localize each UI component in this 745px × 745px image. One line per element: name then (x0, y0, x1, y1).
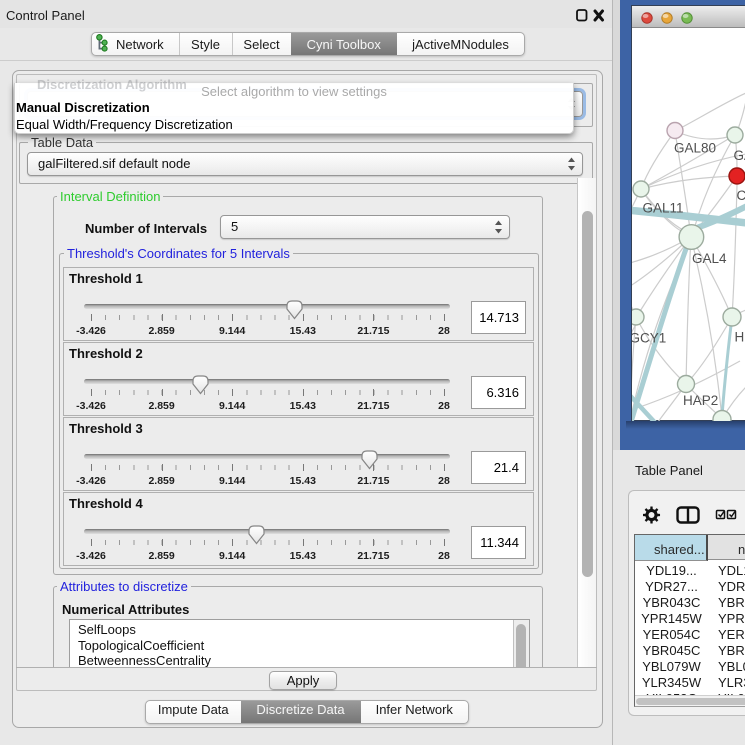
svg-text:GCY1: GCY1 (632, 331, 666, 346)
svg-text:HAP2: HAP2 (683, 393, 718, 408)
svg-text:GAL4: GAL4 (692, 251, 727, 266)
svg-text:CY: CY (737, 188, 745, 203)
svg-text:GA: GA (734, 148, 745, 163)
svg-text:GAL80: GAL80 (674, 141, 716, 156)
svg-text:HK: HK (735, 330, 745, 345)
svg-text:GAL11: GAL11 (643, 201, 684, 216)
